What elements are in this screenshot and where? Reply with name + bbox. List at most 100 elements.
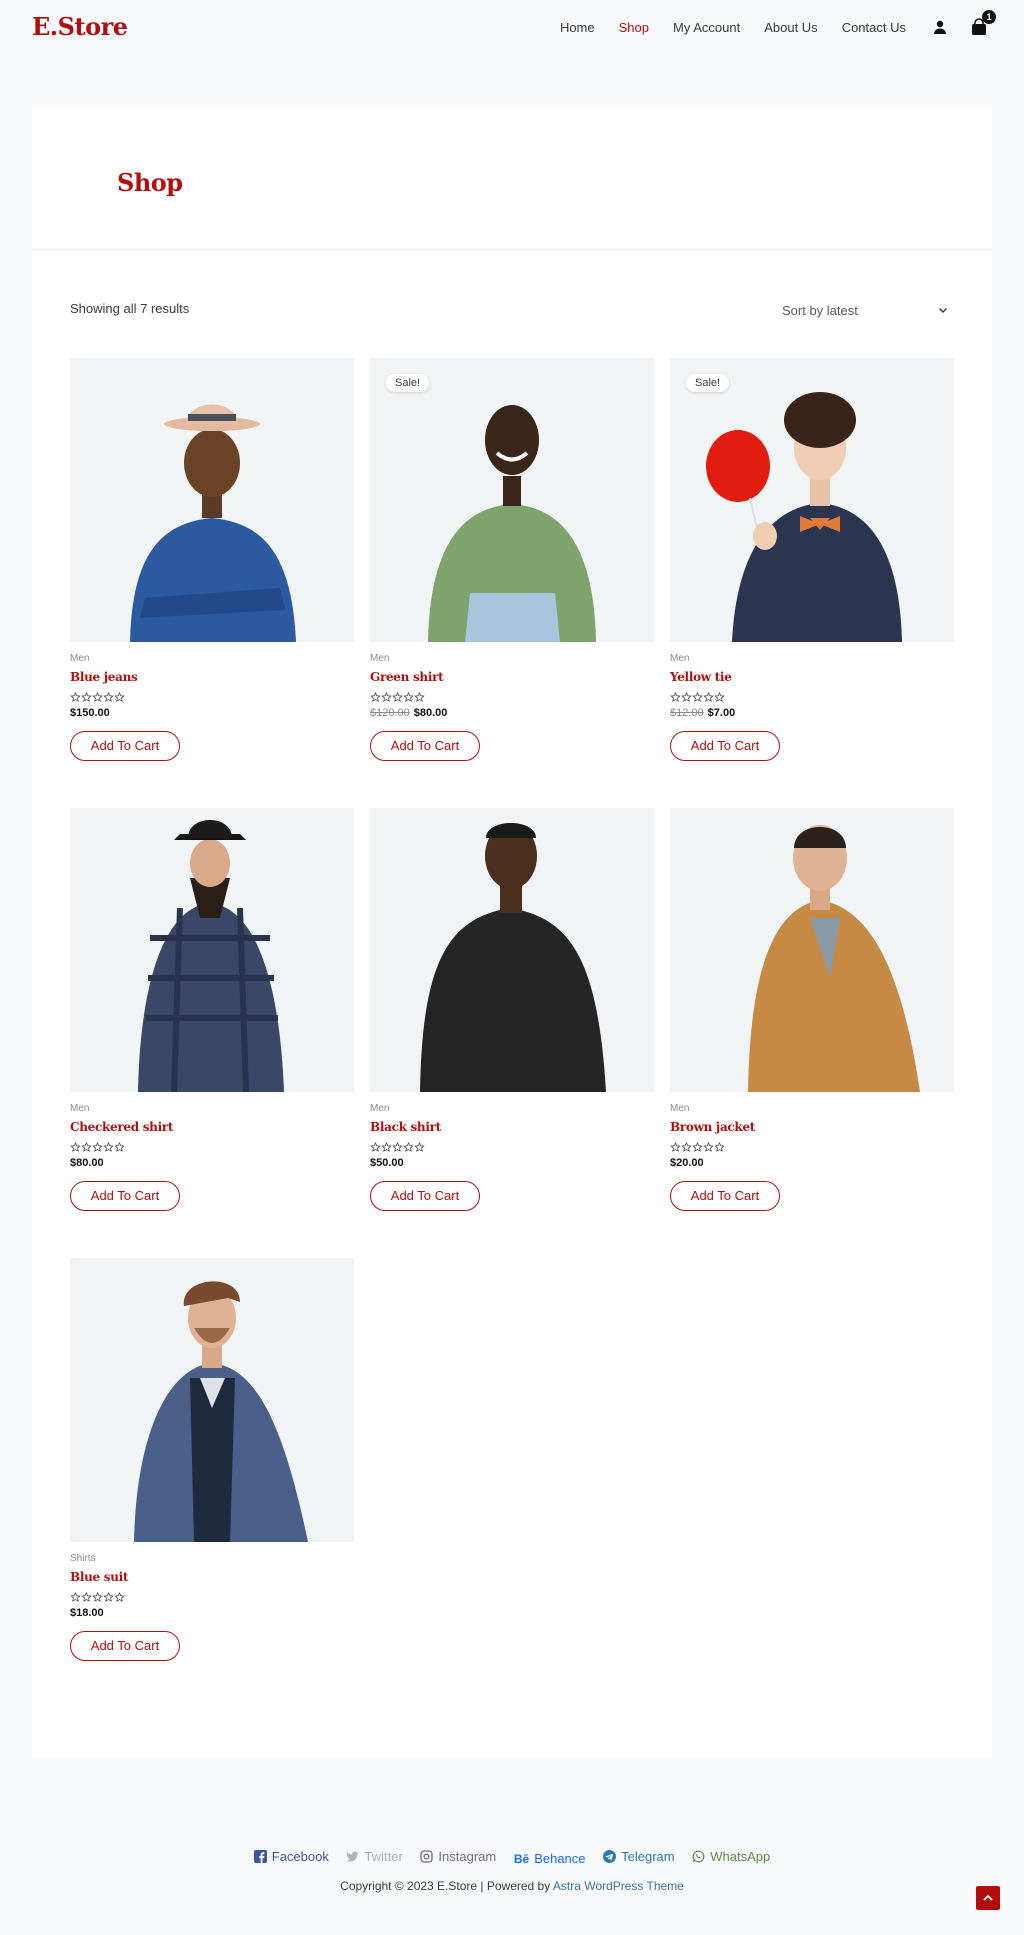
product-category[interactable]: Shirts: [70, 1553, 354, 1564]
star-icon: [703, 1140, 714, 1152]
star-icon: [692, 1140, 703, 1152]
star-icon: [114, 1590, 125, 1602]
star-icon: [714, 1140, 725, 1152]
page-title-section: Shop: [32, 105, 992, 250]
shop-toolbar: Showing all 7 results Sort by latest: [70, 295, 950, 325]
product-card: Men Checkered shirt $80.00 Add To Cart: [70, 808, 354, 1211]
sale-badge: Sale!: [686, 374, 730, 392]
social-label: Twitter: [364, 1849, 403, 1864]
nav-about-us[interactable]: About Us: [764, 20, 817, 35]
current-price: $80.00: [413, 707, 448, 719]
star-icon: [381, 1140, 392, 1152]
nav-my-account[interactable]: My Account: [673, 20, 740, 35]
product-category[interactable]: Men: [670, 653, 954, 664]
sort-select-value: Sort by latest: [782, 302, 858, 318]
star-icon: [81, 1590, 92, 1602]
scroll-to-top-button[interactable]: [976, 1886, 1000, 1910]
product-price: $120.00 $80.00: [370, 707, 654, 719]
product-card: Sale! Men Yellow tie $12.00 $7.00 Add To …: [670, 358, 954, 761]
theme-link[interactable]: Astra WordPress Theme: [553, 1879, 684, 1893]
star-icon: [103, 1590, 114, 1602]
product-card: Sale! Men Green shirt $120.00 $80.00 Add …: [370, 358, 654, 761]
product-category[interactable]: Men: [370, 653, 654, 664]
star-icon: [403, 1140, 414, 1152]
product-category[interactable]: Men: [70, 653, 354, 664]
product-name[interactable]: Black shirt: [370, 1120, 654, 1134]
add-to-cart-button[interactable]: Add To Cart: [670, 1181, 780, 1211]
product-category[interactable]: Men: [670, 1103, 954, 1114]
add-to-cart-button[interactable]: Add To Cart: [70, 1181, 180, 1211]
star-icon: [414, 1140, 425, 1152]
product-card: Men Brown jacket $20.00 Add To Cart: [670, 808, 954, 1211]
social-link-whatsapp[interactable]: WhatsApp: [692, 1849, 770, 1864]
twitter-icon: [346, 1851, 359, 1862]
product-image[interactable]: [70, 808, 354, 1092]
nav-home[interactable]: Home: [560, 20, 595, 35]
star-icon: [681, 690, 692, 702]
product-price: $20.00: [670, 1157, 954, 1169]
old-price: $120.00: [370, 707, 410, 719]
old-price: $12.00: [670, 707, 704, 719]
social-label: Behance: [534, 1851, 586, 1866]
product-category[interactable]: Men: [70, 1103, 354, 1114]
star-icon: [681, 1140, 692, 1152]
star-icon: [114, 1140, 125, 1152]
product-name[interactable]: Green shirt: [370, 670, 654, 684]
add-to-cart-button[interactable]: Add To Cart: [370, 1181, 480, 1211]
social-label: Facebook: [271, 1849, 329, 1864]
sort-select[interactable]: Sort by latest: [766, 295, 952, 325]
product-image[interactable]: [70, 358, 354, 642]
behance-icon: Bē: [513, 1852, 530, 1866]
product-category[interactable]: Men: [370, 1103, 654, 1114]
main-nav: Home Shop My Account About Us Contact Us…: [536, 0, 996, 54]
star-icon: [714, 690, 725, 702]
star-icon: [114, 690, 125, 702]
product-card: Shirts Blue suit $18.00 Add To Cart: [70, 1258, 354, 1661]
product-image[interactable]: Sale!: [670, 358, 954, 642]
instagram-icon: [420, 1850, 434, 1863]
star-icon: [370, 1140, 381, 1152]
shopping-cart-icon[interactable]: 1: [970, 10, 996, 36]
whatsapp-icon: [692, 1850, 705, 1863]
product-image[interactable]: [670, 808, 954, 1092]
rating-stars: [670, 1140, 954, 1152]
site-logo[interactable]: E.Store: [32, 12, 128, 41]
nav-contact-us[interactable]: Contact Us: [842, 20, 906, 35]
social-link-facebook[interactable]: Facebook: [253, 1849, 329, 1864]
add-to-cart-button[interactable]: Add To Cart: [70, 1631, 180, 1661]
social-link-twitter[interactable]: Twitter: [346, 1849, 403, 1864]
star-icon: [392, 1140, 403, 1152]
product-price: $50.00: [370, 1157, 654, 1169]
chevron-up-icon: [983, 1894, 993, 1901]
social-link-instagram[interactable]: Instagram: [420, 1849, 496, 1864]
product-name[interactable]: Yellow tie: [670, 670, 954, 684]
nav-shop[interactable]: Shop: [619, 20, 649, 35]
social-label: WhatsApp: [710, 1849, 771, 1864]
user-account-icon[interactable]: [932, 19, 948, 35]
star-icon: [81, 1140, 92, 1152]
product-name[interactable]: Brown jacket: [670, 1120, 954, 1134]
add-to-cart-button[interactable]: Add To Cart: [370, 731, 480, 761]
page-title: Shop: [117, 168, 183, 197]
star-icon: [92, 1590, 103, 1602]
add-to-cart-button[interactable]: Add To Cart: [670, 731, 780, 761]
site-header: E.Store Home Shop My Account About Us Co…: [0, 0, 1024, 54]
product-name[interactable]: Checkered shirt: [70, 1120, 354, 1134]
social-link-behance[interactable]: Bē Behance: [514, 1851, 586, 1866]
product-image[interactable]: [70, 1258, 354, 1542]
star-icon: [103, 1140, 114, 1152]
product-card: Men Black shirt $50.00 Add To Cart: [370, 808, 654, 1211]
footer-social-links: Facebook Twitter Instagram Bē Behance Te…: [0, 1849, 1024, 1866]
star-icon: [692, 690, 703, 702]
star-icon: [70, 690, 81, 702]
product-name[interactable]: Blue jeans: [70, 670, 354, 684]
chevron-down-icon: [939, 308, 947, 313]
add-to-cart-button[interactable]: Add To Cart: [70, 731, 180, 761]
product-image[interactable]: Sale!: [370, 358, 654, 642]
product-name[interactable]: Blue suit: [70, 1570, 354, 1584]
social-link-telegram[interactable]: Telegram: [603, 1849, 675, 1864]
telegram-icon: [603, 1850, 617, 1863]
product-image[interactable]: [370, 808, 654, 1092]
sale-badge: Sale!: [386, 374, 430, 392]
current-price: $150.00: [70, 707, 110, 719]
